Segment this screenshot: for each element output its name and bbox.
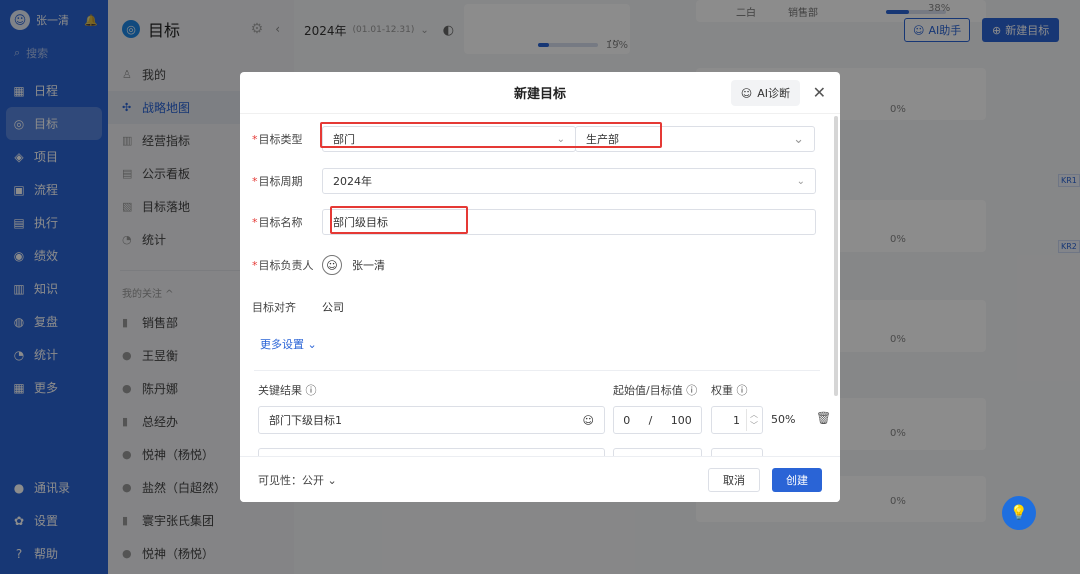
chevron-down-icon: ⌄ <box>796 175 805 187</box>
robot-icon: ☺ <box>740 86 753 100</box>
key-results-header: 关键结果 ⓘ <box>258 384 317 397</box>
create-button[interactable]: 创建 <box>772 467 822 492</box>
chevron-down-icon: ⌄ <box>556 133 565 145</box>
new-goal-dialog: 新建目标 ☺ AI诊断 ✕ *目标类型 部门 ⌄ 生产部 ⌄ *目标周期 2024年… <box>240 72 840 502</box>
ai-diagnose-label: AI诊断 <box>757 87 790 100</box>
start-value: 0 <box>623 413 631 427</box>
goal-type-select[interactable]: 部门 ⌄ <box>322 126 576 152</box>
lightbulb-help-icon[interactable]: 💡 <box>1002 496 1036 530</box>
dialog-body: *目标类型 部门 ⌄ 生产部 ⌄ *目标周期 2024年 ⌄ *目标名称 部门级目标 <box>240 114 830 458</box>
dialog-scrollbar[interactable] <box>834 116 838 396</box>
weight-percent: 50% <box>771 413 796 426</box>
goal-align-row: 目标对齐 公司 <box>240 294 830 320</box>
owner-avatar: ☺ <box>322 255 342 275</box>
weight-header: 权重 ⓘ <box>711 384 748 397</box>
more-settings-row: 更多设置 ⌄ <box>240 334 830 354</box>
goal-type-value: 部门 <box>333 133 355 146</box>
goal-align-value[interactable]: 公司 <box>322 299 344 315</box>
dialog-footer: 可见性：公开 ⌄ 取消 创建 <box>240 456 840 502</box>
goal-name-label: *目标名称 <box>252 216 303 229</box>
goal-owner-row: *目标负责人 ☺ 张一清 <box>240 252 830 278</box>
goal-period-label: *目标周期 <box>252 175 303 188</box>
ai-diagnose-button[interactable]: ☺ AI诊断 <box>730 80 800 106</box>
goal-name-value: 部门级目标 <box>333 216 388 229</box>
value-separator: / <box>648 413 653 427</box>
department-select[interactable]: 生产部 ⌄ <box>575 126 815 152</box>
dialog-header: 新建目标 ☺ AI诊断 ✕ <box>240 72 840 114</box>
close-icon[interactable]: ✕ <box>813 83 826 102</box>
goal-align-label: 目标对齐 <box>252 301 296 314</box>
start-target-input[interactable]: 0 / 100 <box>613 406 702 434</box>
delete-icon[interactable]: 🗑 <box>816 411 830 425</box>
goal-type-label: *目标类型 <box>252 133 303 146</box>
department-value: 生产部 <box>586 133 619 146</box>
cancel-button[interactable]: 取消 <box>708 467 760 492</box>
dialog-title: 新建目标 <box>513 87 566 102</box>
owner-name: 张一清 <box>352 259 385 272</box>
goal-name-input[interactable]: 部门级目标 <box>322 209 816 235</box>
target-value: 100 <box>670 413 692 427</box>
owner-avatar-icon[interactable]: ☺ <box>583 414 594 427</box>
start-target-header: 起始值/目标值 ⓘ <box>613 384 698 397</box>
decrement-icon[interactable]: ﹀ <box>750 420 758 431</box>
goal-owner-picker[interactable]: ☺ 张一清 <box>322 255 385 275</box>
goal-type-row: *目标类型 部门 ⌄ 生产部 ⌄ <box>240 126 830 152</box>
goal-period-value: 2024年 <box>333 175 372 188</box>
key-result-value: 部门下级目标1 <box>269 414 342 427</box>
chevron-down-icon: ⌄ <box>793 131 804 147</box>
key-result-input[interactable]: 部门下级目标1 ☺ <box>258 406 605 434</box>
visibility-select[interactable]: 可见性：公开 ⌄ <box>258 472 708 488</box>
goal-period-select[interactable]: 2024年 ⌄ <box>322 168 816 194</box>
increment-icon[interactable]: ︿ <box>750 409 758 420</box>
weight-stepper[interactable]: 1 ︿ ﹀ <box>711 406 763 434</box>
weight-value: 1 <box>733 413 740 427</box>
goal-owner-label: *目标负责人 <box>252 259 314 272</box>
divider <box>254 370 820 371</box>
goal-period-row: *目标周期 2024年 ⌄ <box>240 168 830 194</box>
more-settings-link[interactable]: 更多设置 ⌄ <box>260 336 317 352</box>
goal-name-row: *目标名称 部门级目标 <box>240 209 830 235</box>
